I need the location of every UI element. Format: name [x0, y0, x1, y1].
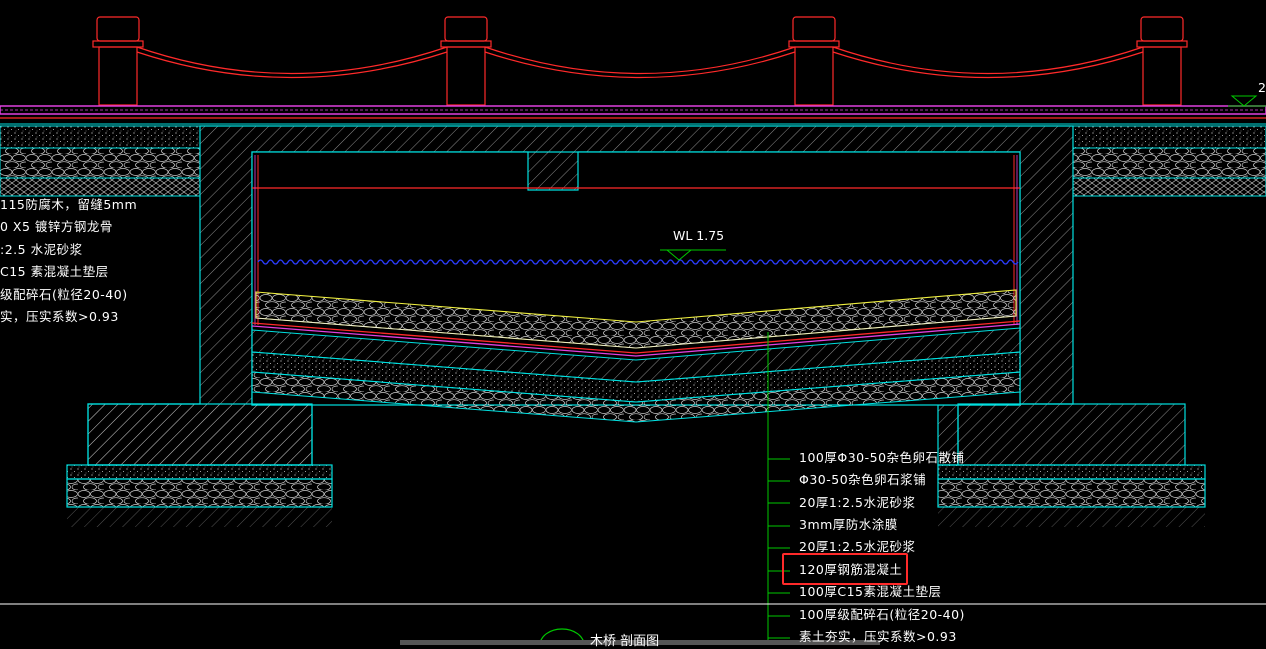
drawing-title: 木桥 剖面图: [590, 634, 660, 649]
elevation-mark: [1228, 95, 1266, 107]
left-note: 级配碎石(粒径20-40): [0, 287, 128, 302]
highlight-box: [782, 553, 908, 585]
layer-callout: 20厚1:2.5水泥砂浆: [799, 495, 916, 510]
layer-callout: Φ30-50杂色卵石浆铺: [799, 472, 927, 487]
concrete-structure: [66, 125, 1206, 508]
left-note: C15 素混凝土垫层: [0, 264, 109, 279]
railing-post: [1136, 16, 1188, 106]
layer-callout: 素土夯实，压实系数>0.93: [799, 629, 957, 644]
layer-callout: 100厚Φ30-50杂色卵石散铺: [799, 450, 965, 465]
top-right-mark: 2: [1258, 80, 1266, 95]
railing-post: [92, 16, 144, 106]
rope: [136, 46, 1144, 75]
layer-callout: 3mm厚防水涂膜: [799, 517, 898, 532]
left-note: 实，压实系数>0.93: [0, 309, 119, 324]
left-note: 115防腐木，留缝5mm: [0, 197, 138, 212]
left-note: 0 X5 镀锌方钢龙骨: [0, 219, 113, 234]
left-note: :2.5 水泥砂浆: [0, 242, 83, 257]
railing-post: [788, 16, 840, 106]
railing: [92, 16, 1188, 106]
layer-callout: 100厚C15素混凝土垫层: [799, 584, 942, 599]
layer-callout: 100厚级配碎石(粒径20-40): [799, 607, 965, 622]
bridge-section-drawing: [0, 16, 1266, 645]
footing-soil: [67, 507, 1205, 527]
side-pavement-left: [0, 125, 201, 197]
side-pavement-right: [1072, 125, 1266, 197]
bridge-deck: [0, 105, 1266, 125]
water-level-label: WL 1.75: [673, 228, 725, 243]
railing-post: [440, 16, 492, 106]
